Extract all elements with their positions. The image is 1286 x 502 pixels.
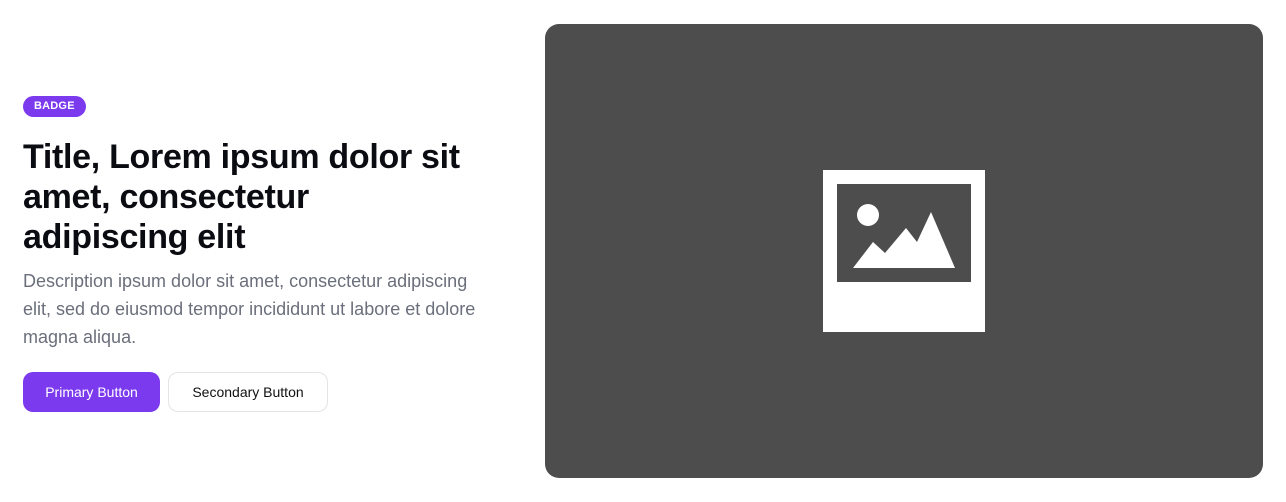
hero-title: Title, Lorem ipsum dolor sit amet, conse… <box>23 138 460 256</box>
primary-button[interactable]: Primary Button <box>23 372 160 412</box>
badge: BADGE <box>23 96 86 117</box>
button-group: Primary Button Secondary Button <box>23 372 503 412</box>
image-placeholder-icon <box>823 170 985 332</box>
hero-description: Description ipsum dolor sit amet, consec… <box>23 271 476 347</box>
hero-section: BADGE Title, Lorem ipsum dolor sit amet,… <box>0 0 1286 502</box>
media-placeholder <box>545 24 1263 478</box>
hero-content: BADGE Title, Lorem ipsum dolor sit amet,… <box>23 96 503 412</box>
secondary-button[interactable]: Secondary Button <box>168 372 328 412</box>
